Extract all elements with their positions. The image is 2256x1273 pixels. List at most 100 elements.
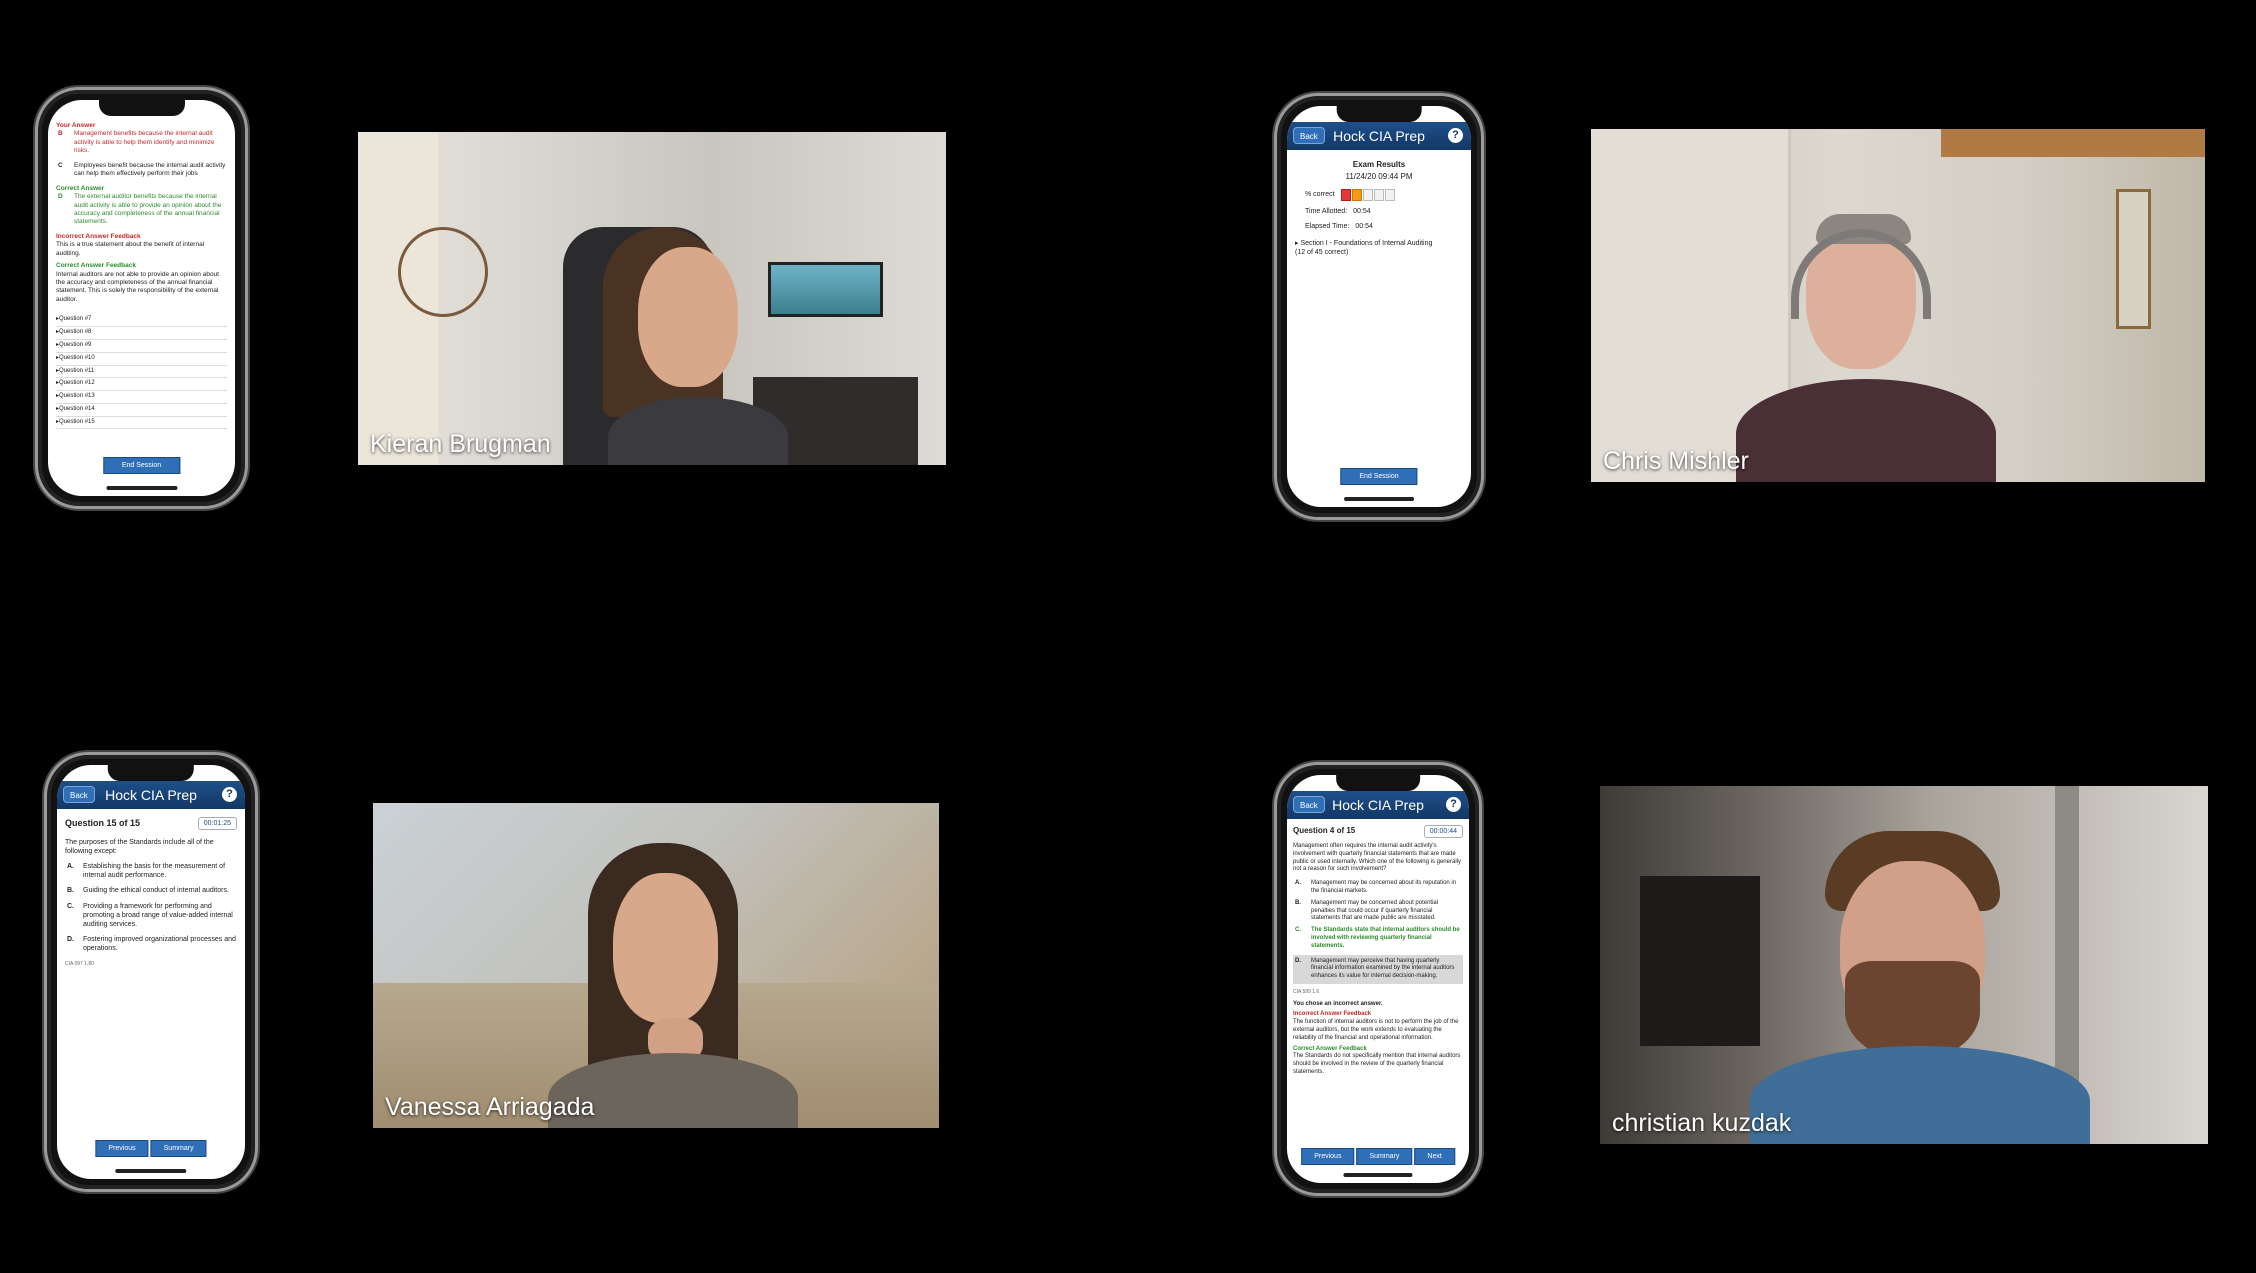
answer-option-c[interactable]: C. The Standards state that internal aud… — [1293, 927, 1463, 950]
time-allotted-row: Time Allotted: 00:54 — [1305, 207, 1463, 216]
phone-feedback-screen: Back Hock CIA Prep ? Question 4 of 15 00… — [1274, 762, 1482, 1196]
results-title: Exam Results — [1352, 160, 1406, 169]
elapsed-label: Elapsed Time: — [1305, 222, 1350, 230]
percent-progress-bar — [1340, 188, 1395, 201]
incorrect-feedback-text: The function of internal auditors is not… — [1293, 1019, 1459, 1041]
phone-notch — [98, 100, 185, 116]
app-title: Hock CIA Prep — [1333, 128, 1425, 144]
percent-correct-row: % correct — [1305, 188, 1463, 201]
question-number: Question 4 of 15 — [1293, 826, 1356, 836]
correct-answer-option: D The external auditor benefits because … — [56, 193, 227, 227]
incorrect-feedback-label: Incorrect Answer Feedback — [1293, 1011, 1372, 1018]
video-tile-vanessa[interactable]: Vanessa Arriagada — [373, 803, 939, 1128]
question-list-item[interactable]: Question #14 — [56, 404, 227, 417]
incorrect-notice: You chose an incorrect answer. — [1293, 1000, 1383, 1007]
question-list-item[interactable]: Question #7 — [56, 314, 227, 328]
your-answer-option: B Management benefits because the intern… — [56, 130, 227, 155]
app-navbar: Back Hock CIA Prep ? — [1287, 791, 1469, 819]
option-text: Establishing the basis for the measureme… — [83, 863, 226, 880]
end-session-button[interactable]: End Session — [1340, 468, 1418, 485]
help-icon[interactable]: ? — [222, 787, 237, 802]
question-list-item[interactable]: Question #13 — [56, 391, 227, 404]
app-navbar: Back Hock CIA Prep ? — [57, 781, 245, 809]
app-navbar: Back Hock CIA Prep ? — [1287, 122, 1471, 150]
answer-option-b[interactable]: B. Management may be concerned about pot… — [1293, 900, 1463, 923]
option-text: Management may perceive that having quar… — [1311, 957, 1455, 980]
correct-feedback-label: Correct Answer Feedback — [56, 262, 136, 270]
summary-button[interactable]: Summary — [1356, 1148, 1413, 1165]
section-name-text: Section I - Foundations of Internal Audi… — [1300, 239, 1433, 247]
option-letter: D. — [1295, 957, 1301, 964]
progress-segment — [1373, 188, 1384, 201]
previous-button[interactable]: Previous — [1301, 1148, 1355, 1165]
results-date: 11/24/20 09:44 PM — [1345, 172, 1413, 182]
option-text: Fostering improved organizational proces… — [83, 935, 236, 952]
back-button[interactable]: Back — [63, 786, 95, 803]
option-text: Providing a framework for performing and… — [83, 902, 233, 928]
correct-feedback-text: Internal auditors are not able to provid… — [56, 270, 219, 303]
question-header: Question 4 of 15 00:00:44 — [1293, 825, 1463, 839]
video-call-grid: Your Answer B Management benefits becaus… — [0, 0, 2256, 1273]
answer-option-a[interactable]: A. Management may be concerned about its… — [1293, 880, 1463, 896]
results-content: Exam Results 11/24/20 09:44 PM % correct… — [1287, 152, 1471, 507]
question-list-item[interactable]: Question #15 — [56, 417, 227, 430]
person-shirt — [1750, 1046, 2090, 1144]
option-letter: D — [58, 193, 63, 201]
back-button[interactable]: Back — [1293, 127, 1325, 144]
next-button[interactable]: Next — [1414, 1148, 1455, 1165]
summary-button[interactable]: Summary — [150, 1140, 207, 1157]
section-score: (12 of 45 correct) — [1295, 249, 1349, 257]
progress-segment — [1340, 188, 1351, 201]
question-nav-buttons: Previous Summary — [95, 1140, 207, 1157]
wall-art — [398, 227, 488, 317]
question-list: Question #7 Question #8 Question #9 Ques… — [56, 314, 227, 430]
previous-button[interactable]: Previous — [95, 1140, 149, 1157]
option-text: Guiding the ethical conduct of internal … — [83, 887, 229, 895]
question-stem: Management often requires the internal a… — [1293, 843, 1461, 873]
person-face — [638, 247, 738, 387]
answer-option-d[interactable]: D. Fostering improved organizational pro… — [65, 935, 237, 953]
phone-screen: Back Hock CIA Prep ? Question 4 of 15 00… — [1287, 775, 1469, 1183]
question-list-item[interactable]: Question #11 — [56, 366, 227, 379]
time-allotted-label: Time Allotted: — [1305, 207, 1348, 215]
app-title: Hock CIA Prep — [105, 787, 197, 803]
answer-option-d[interactable]: D. Management may perceive that having q… — [1293, 954, 1463, 985]
help-icon[interactable]: ? — [1448, 128, 1463, 143]
phone-notch — [107, 765, 195, 781]
answer-option-b[interactable]: B. Guiding the ethical conduct of intern… — [65, 886, 237, 895]
section-result[interactable]: ▸ Section I - Foundations of Internal Au… — [1295, 239, 1463, 257]
back-button[interactable]: Back — [1293, 796, 1325, 813]
question-number: Question 15 of 15 — [65, 817, 141, 828]
home-indicator — [105, 486, 178, 490]
participant-name: Kieran Brugman — [370, 430, 551, 458]
phone-results-screen: Back Hock CIA Prep ? Exam Results 11/24/… — [1274, 93, 1484, 520]
phone-screen: Back Hock CIA Prep ? Exam Results 11/24/… — [1287, 106, 1471, 507]
help-icon[interactable]: ? — [1446, 797, 1461, 812]
question-list-item[interactable]: Question #9 — [56, 340, 227, 353]
progress-segment — [1384, 188, 1395, 201]
participant-name: Vanessa Arriagada — [385, 1093, 595, 1121]
correct-feedback-text: The Standards do not specifically mentio… — [1293, 1053, 1461, 1075]
question-stem: The purposes of the Standards include al… — [65, 839, 214, 856]
question-list-item[interactable]: Question #8 — [56, 327, 227, 340]
answer-option-a[interactable]: A. Establishing the basis for the measur… — [65, 862, 237, 880]
elapsed-value: 00:54 — [1355, 222, 1373, 230]
answer-option-c[interactable]: C. Providing a framework for performing … — [65, 902, 237, 929]
question-content: Question 15 of 15 00:01:25 The purposes … — [57, 811, 245, 1179]
end-session-button[interactable]: End Session — [102, 457, 181, 474]
wall-frame — [2116, 189, 2151, 329]
question-content: Question 4 of 15 00:00:44 Management oft… — [1287, 821, 1469, 1183]
phone-notch — [1336, 775, 1420, 791]
percent-label: % correct — [1305, 191, 1335, 199]
option-letter: A. — [67, 863, 74, 871]
question-code: CIA 097 1.80 — [65, 961, 94, 968]
option-letter: B. — [1295, 899, 1301, 906]
video-tile-chris[interactable]: Chris Mishler — [1591, 129, 2205, 482]
video-tile-christian[interactable]: christian kuzdak — [1600, 786, 2208, 1144]
question-list-item[interactable]: Question #10 — [56, 353, 227, 366]
question-list-item[interactable]: Question #12 — [56, 378, 227, 392]
question-code: CIA 599 1.6 — [1293, 989, 1320, 996]
correct-answer-label: Correct Answer — [56, 184, 105, 192]
option-letter: C. — [1295, 927, 1301, 934]
video-tile-kieran[interactable]: Kieran Brugman — [358, 132, 946, 465]
